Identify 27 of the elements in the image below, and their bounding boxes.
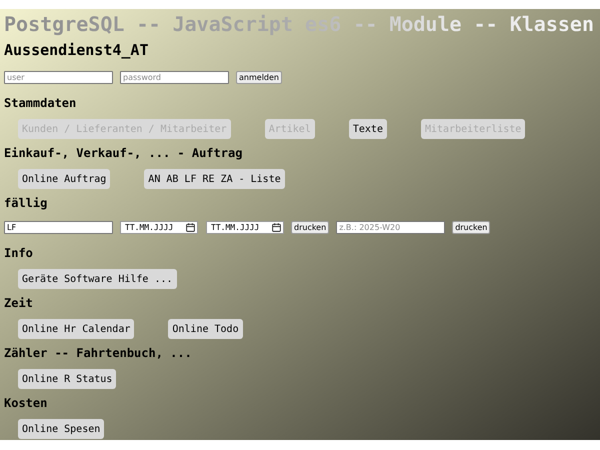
- print-button[interactable]: drucken: [452, 221, 490, 234]
- section-heading: fällig: [4, 195, 48, 211]
- nav-button[interactable]: AN AB LF RE ZA - Liste: [144, 169, 285, 189]
- nav-button[interactable]: Online Hr Calendar: [18, 319, 134, 339]
- app-title: Aussendienst4_AT: [4, 40, 150, 61]
- nav-button[interactable]: Online Auftrag: [18, 169, 110, 189]
- section-heading: Zähler -- Fahrtenbuch, ...: [4, 345, 193, 361]
- nav-button[interactable]: Online Todo: [168, 319, 243, 339]
- calendar-icon[interactable]: [186, 223, 195, 232]
- section-heading: Info: [4, 245, 34, 261]
- section-heading: Stammdaten: [4, 95, 78, 111]
- date-field[interactable]: TT.MM.JJJJ: [120, 221, 198, 234]
- section-heading: Einkauf-, Verkauf-, ... - Auftrag: [4, 145, 244, 161]
- calendar-icon[interactable]: [272, 223, 281, 232]
- text-field[interactable]: z.B.: 2025-W20: [336, 221, 446, 234]
- section-heading: Zeit: [4, 295, 34, 311]
- password-field[interactable]: password: [120, 71, 229, 84]
- nav-button[interactable]: Geräte Software Hilfe ...: [18, 269, 177, 289]
- login-button[interactable]: anmelden: [236, 71, 282, 84]
- date-field[interactable]: TT.MM.JJJJ: [206, 221, 284, 234]
- nav-button[interactable]: Online R Status: [18, 369, 116, 389]
- text-field[interactable]: LF: [4, 221, 113, 234]
- user-field[interactable]: user: [4, 71, 113, 84]
- section-heading: Kosten: [4, 395, 48, 411]
- nav-button[interactable]: Texte: [348, 119, 387, 139]
- print-button[interactable]: drucken: [291, 221, 330, 234]
- nav-button[interactable]: Online Spesen: [18, 419, 104, 439]
